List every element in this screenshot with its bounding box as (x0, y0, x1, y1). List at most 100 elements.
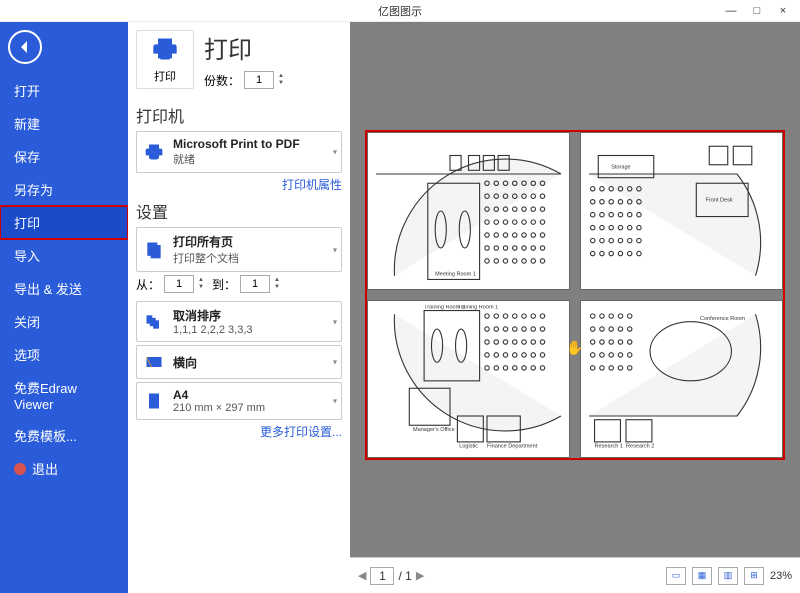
orientation-select[interactable]: 横向 ▾ (136, 345, 342, 379)
sidebar-item-label: 另存为 (14, 183, 53, 198)
paper-select[interactable]: A4 210 mm × 297 mm ▾ (136, 382, 342, 420)
paper-title: A4 (173, 388, 265, 402)
current-page-input[interactable]: 1 (370, 567, 394, 585)
orientation-title: 横向 (173, 354, 197, 371)
sidebar-item-3[interactable]: 另存为 (0, 173, 128, 206)
view-grid-button[interactable]: ▥ (718, 567, 738, 585)
chevron-down-icon: ▾ (333, 397, 337, 406)
sidebar-item-7[interactable]: 关闭 (0, 305, 128, 338)
print-preview-panel: Meeting Room 1 (350, 22, 800, 593)
window-close-button[interactable]: × (776, 5, 790, 17)
preview-area[interactable]: Meeting Room 1 (350, 22, 800, 557)
chevron-down-icon: ▾ (333, 245, 337, 254)
pages-select[interactable]: 打印所有页 打印整个文档 ▾ (136, 227, 342, 272)
zoom-fit-button[interactable]: ⊞ (744, 567, 764, 585)
sidebar-item-0[interactable]: 打开 (0, 74, 128, 107)
printer-icon (148, 35, 182, 63)
orientation-icon (143, 351, 165, 373)
exit-icon (14, 463, 26, 475)
print-button[interactable]: 打印 (136, 30, 194, 89)
paper-subtitle: 210 mm × 297 mm (173, 402, 265, 414)
preview-page: Conference Room Research 1Research 2 (580, 300, 783, 458)
view-single-button[interactable]: ▭ (666, 567, 686, 585)
print-settings-panel: 打印 打印 份数： 1 ▲▼ 打印机 Microsoft Print to PD… (128, 22, 350, 593)
sidebar-item-label: 退出 (32, 459, 58, 478)
svg-text:Conference Room: Conference Room (700, 315, 745, 321)
sidebar-item-6[interactable]: 导出 & 发送 (0, 272, 128, 305)
window-maximize-button[interactable]: □ (750, 5, 764, 17)
svg-text:Research 1: Research 1 (595, 443, 623, 449)
svg-text:Front Desk: Front Desk (706, 197, 733, 203)
preview-page: Storage Front Desk (580, 132, 783, 290)
zoom-level: 23% (770, 570, 792, 582)
printer-section-title: 打印机 (136, 103, 342, 127)
copies-input[interactable]: 1 (244, 71, 274, 89)
sidebar-item-label: 打开 (14, 84, 40, 99)
back-button[interactable] (8, 30, 42, 64)
view-multi-button[interactable]: ▦ (692, 567, 712, 585)
sidebar-item-5[interactable]: 导入 (0, 239, 128, 272)
range-from-label: 从： (136, 276, 160, 293)
sidebar-item-label: 打印 (14, 216, 40, 231)
sidebar-item-4[interactable]: 打印 (0, 206, 128, 239)
range-to-stepper[interactable]: ▲▼ (274, 277, 284, 291)
pages-icon (143, 239, 165, 261)
range-from-stepper[interactable]: ▲▼ (198, 277, 208, 291)
chevron-down-icon: ▾ (333, 358, 337, 367)
settings-section-title: 设置 (136, 199, 342, 223)
svg-text:Finance Department: Finance Department (487, 443, 538, 449)
sidebar-item-label: 保存 (14, 150, 40, 165)
sidebar-item-label: 新建 (14, 117, 40, 132)
svg-text:Training Room 1: Training Room 1 (457, 305, 498, 311)
preview-pages: Meeting Room 1 (365, 130, 785, 460)
copies-stepper[interactable]: ▲▼ (278, 73, 288, 87)
sidebar-item-9[interactable]: 免费Edraw Viewer (0, 371, 128, 419)
sidebar-item-11[interactable]: 退出 (0, 452, 128, 485)
range-from-input[interactable]: 1 (164, 275, 194, 293)
svg-text:Meeting Room 1: Meeting Room 1 (435, 271, 476, 277)
printer-select[interactable]: Microsoft Print to PDF 就绪 ▾ (136, 131, 342, 173)
sidebar-item-label: 导入 (14, 249, 40, 264)
sidebar-item-10[interactable]: 免费模板... (0, 419, 128, 452)
svg-text:Research 2: Research 2 (626, 443, 654, 449)
printer-name: Microsoft Print to PDF (173, 137, 300, 151)
sidebar-item-1[interactable]: 新建 (0, 107, 128, 140)
printer-status: 就绪 (173, 151, 300, 167)
range-to-input[interactable]: 1 (240, 275, 270, 293)
paper-icon (143, 390, 165, 412)
sidebar-item-label: 免费Edraw Viewer (14, 381, 77, 412)
preview-page: Meeting Room 1 (367, 132, 570, 290)
collate-subtitle: 1,1,1 2,2,2 3,3,3 (173, 324, 253, 336)
range-to-label: 到： (212, 276, 236, 293)
sidebar-item-label: 关闭 (14, 315, 40, 330)
more-print-settings-link[interactable]: 更多打印设置... (136, 423, 342, 440)
collate-icon (143, 311, 165, 333)
app-title: 亿图图示 (378, 3, 422, 19)
titlebar: 亿图图示 — □ × (0, 0, 800, 22)
sidebar-item-label: 导出 & 发送 (14, 282, 82, 297)
print-button-label: 打印 (139, 68, 191, 84)
sidebar-item-label: 选项 (14, 348, 40, 363)
collate-select[interactable]: 取消排序 1,1,1 2,2,2 3,3,3 ▾ (136, 301, 342, 342)
sidebar-item-label: 免费模板... (14, 429, 77, 444)
pages-title: 打印所有页 (173, 233, 239, 250)
prev-page-button[interactable]: ◀ (358, 569, 366, 582)
chevron-down-icon: ▾ (333, 317, 337, 326)
sidebar-item-2[interactable]: 保存 (0, 140, 128, 173)
arrow-left-icon (17, 39, 33, 55)
svg-text:Manager's Office: Manager's Office (413, 426, 455, 432)
printer-properties-link[interactable]: 打印机属性 (136, 176, 342, 193)
sidebar: 打开新建保存另存为打印导入导出 & 发送关闭选项免费Edraw Viewer 免费… (0, 22, 128, 593)
preview-footer: ◀ 1 / 1 ▶ ▭ ▦ ▥ ⊞ 23% (350, 557, 800, 593)
page-total: / 1 (398, 569, 411, 583)
copies-label: 份数： (204, 72, 240, 89)
pages-subtitle: 打印整个文档 (173, 250, 239, 266)
next-page-button[interactable]: ▶ (416, 569, 424, 582)
preview-page: Training Room 2Training Room 1 Manager's… (367, 300, 570, 458)
svg-text:Logistic: Logistic (459, 443, 478, 449)
sidebar-item-8[interactable]: 选项 (0, 338, 128, 371)
collate-title: 取消排序 (173, 307, 253, 324)
window-minimize-button[interactable]: — (724, 5, 738, 17)
page-title: 打印 (204, 30, 288, 65)
svg-text:Storage: Storage (611, 164, 630, 170)
